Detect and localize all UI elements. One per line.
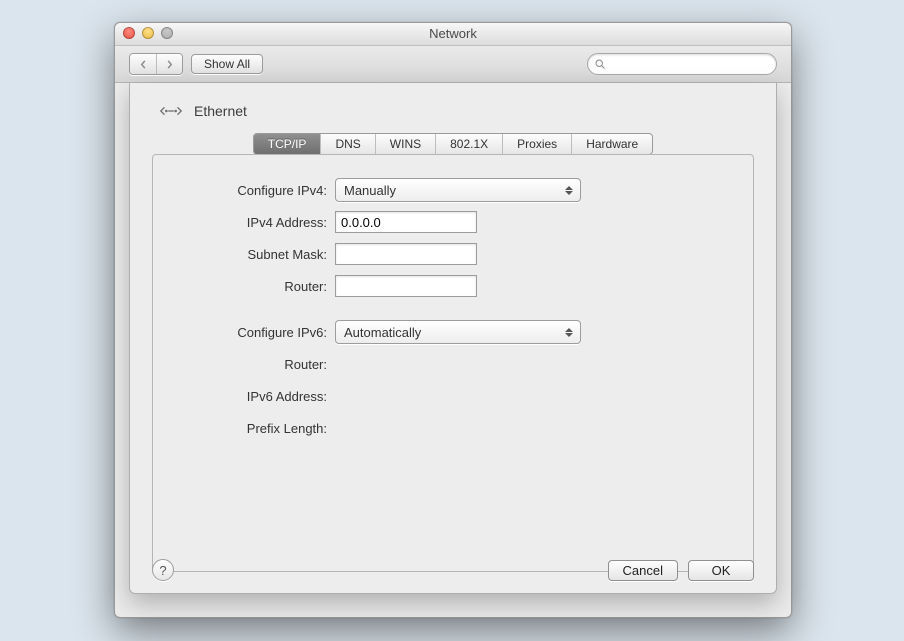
configure-ipv6-value: Automatically xyxy=(344,325,421,340)
window-title: Network xyxy=(429,26,477,41)
ipv4-router-label: Router: xyxy=(177,279,335,294)
ipv6-address-label: IPv6 Address: xyxy=(177,389,335,404)
ipv4-router-input[interactable] xyxy=(335,275,477,297)
chevron-left-icon xyxy=(139,60,148,69)
tab-wins[interactable]: WINS xyxy=(375,134,435,154)
nav-seg xyxy=(129,53,183,75)
close-icon[interactable] xyxy=(123,27,135,39)
window-controls xyxy=(123,27,173,39)
minimize-icon[interactable] xyxy=(142,27,154,39)
tab-hardware[interactable]: Hardware xyxy=(571,134,652,154)
titlebar: Network xyxy=(115,23,791,46)
zoom-icon xyxy=(161,27,173,39)
sheet-heading: Ethernet xyxy=(158,101,754,121)
ok-button[interactable]: OK xyxy=(688,560,754,581)
updown-icon xyxy=(562,181,576,199)
subnet-mask-input[interactable] xyxy=(335,243,477,265)
ethernet-icon xyxy=(158,101,184,121)
settings-sheet: Ethernet TCP/IP DNS WINS 802.1X Proxies … xyxy=(129,83,777,594)
tab-8021x[interactable]: 802.1X xyxy=(435,134,502,154)
search-input[interactable] xyxy=(610,56,770,72)
back-button[interactable] xyxy=(130,54,156,74)
configure-ipv4-label: Configure IPv4: xyxy=(177,183,335,198)
search-field[interactable] xyxy=(587,53,777,75)
ipv4-address-label: IPv4 Address: xyxy=(177,215,335,230)
tcpip-panel: Configure IPv4: Manually IPv4 Address: S… xyxy=(152,154,754,572)
configure-ipv4-select[interactable]: Manually xyxy=(335,178,581,202)
tab-proxies[interactable]: Proxies xyxy=(502,134,571,154)
configure-ipv6-label: Configure IPv6: xyxy=(177,325,335,340)
updown-icon xyxy=(562,323,576,341)
forward-button[interactable] xyxy=(156,54,182,74)
ipv4-address-input[interactable] xyxy=(335,211,477,233)
help-button[interactable]: ? xyxy=(152,559,174,581)
configure-ipv4-value: Manually xyxy=(344,183,396,198)
ipv6-router-label: Router: xyxy=(177,357,335,372)
tab-bar: TCP/IP DNS WINS 802.1X Proxies Hardware xyxy=(152,133,754,155)
cancel-button[interactable]: Cancel xyxy=(608,560,678,581)
chevron-right-icon xyxy=(165,60,174,69)
subnet-mask-label: Subnet Mask: xyxy=(177,247,335,262)
toolbar: Show All xyxy=(115,46,791,83)
sheet-title: Ethernet xyxy=(194,103,247,119)
configure-ipv6-select[interactable]: Automatically xyxy=(335,320,581,344)
show-all-button[interactable]: Show All xyxy=(191,54,263,74)
search-icon xyxy=(594,58,606,70)
window: Network Show All Ethernet xyxy=(114,22,792,618)
sheet-footer: ? Cancel OK xyxy=(130,559,776,581)
tab-tcpip[interactable]: TCP/IP xyxy=(254,134,321,154)
prefix-length-label: Prefix Length: xyxy=(177,421,335,436)
tab-dns[interactable]: DNS xyxy=(320,134,374,154)
